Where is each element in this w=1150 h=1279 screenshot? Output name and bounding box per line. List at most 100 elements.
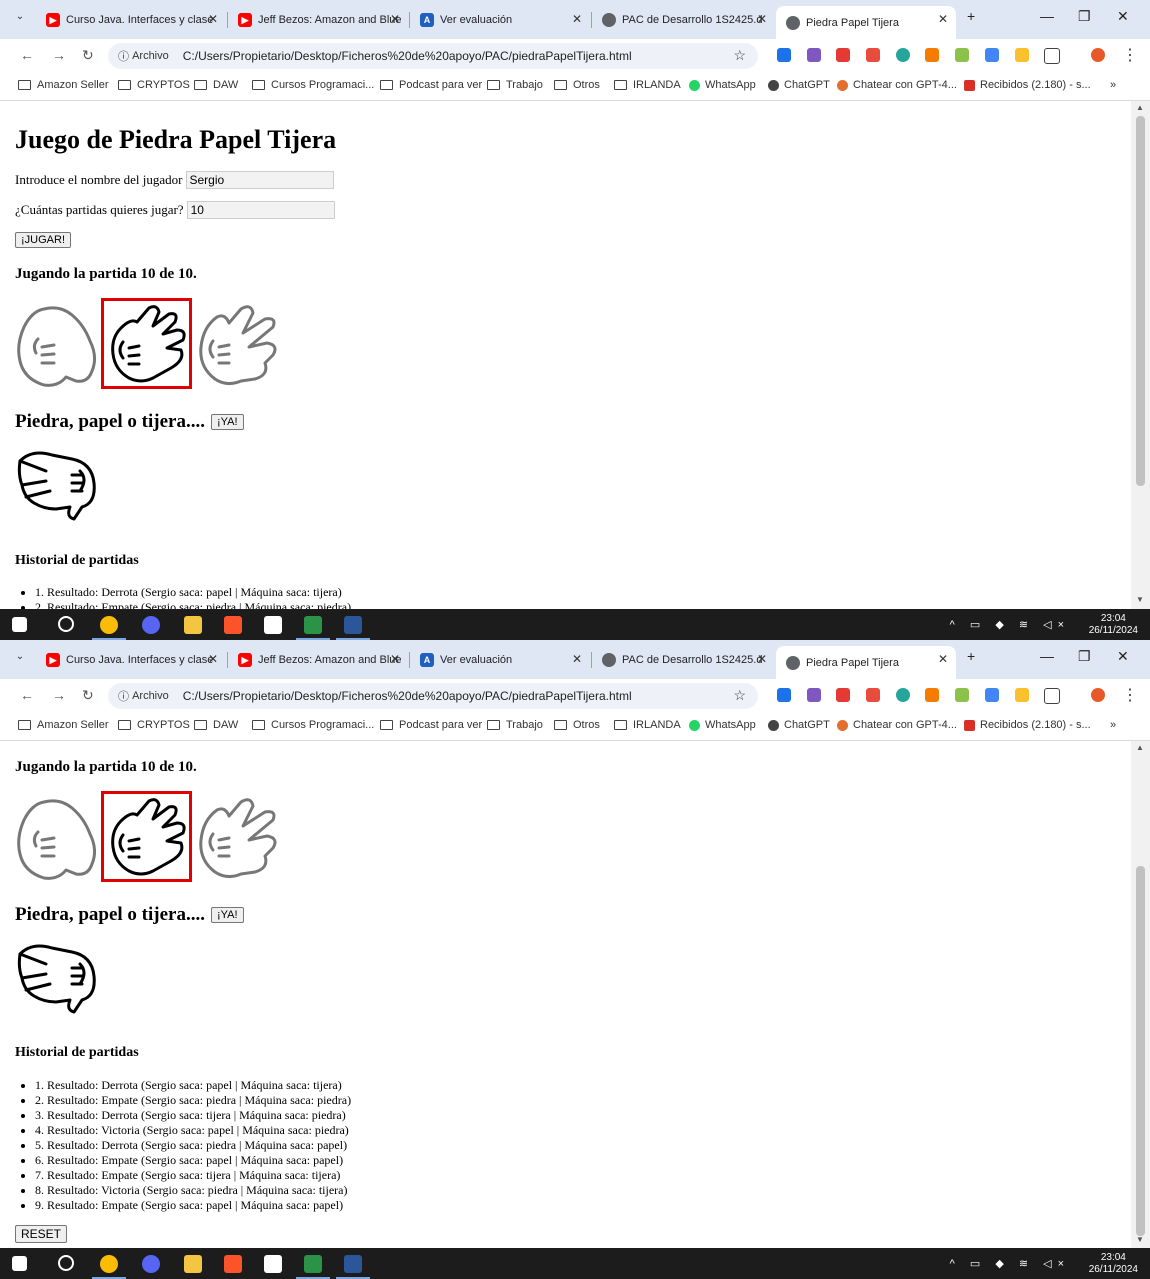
close-icon[interactable]: ✕ — [757, 652, 767, 666]
player-name-input[interactable] — [185, 171, 334, 189]
menu-icon[interactable]: ⋮ — [1122, 45, 1138, 65]
extension-icon[interactable] — [836, 688, 850, 702]
bookmark-folder[interactable]: Trabajo — [487, 719, 543, 731]
scroll-thumb[interactable] — [1136, 866, 1145, 1236]
system-tray-icons[interactable]: ^ ▭ ◆ ≋ ◁× — [950, 618, 1070, 631]
bookmark-chatgpt[interactable]: ChatGPT — [768, 79, 830, 91]
close-icon[interactable]: ✕ — [572, 12, 582, 26]
chrome-icon[interactable] — [100, 616, 118, 634]
bookmark-gmail[interactable]: Recibidos (2.180) - s... — [964, 79, 1091, 91]
tab-search-icon[interactable]: ⌄ — [12, 651, 28, 667]
extension-icon[interactable] — [807, 48, 821, 62]
page-scrollbar[interactable]: ▲ ▼ — [1131, 741, 1150, 1249]
search-icon[interactable] — [58, 1255, 74, 1271]
bookmark-folder[interactable]: Otros — [554, 79, 600, 91]
search-icon[interactable] — [58, 616, 74, 632]
tab-ver-evaluacion[interactable]: A Ver evaluación ✕ — [410, 6, 590, 34]
extensions-puzzle-icon[interactable] — [1044, 48, 1060, 64]
scroll-down-icon[interactable]: ▼ — [1136, 595, 1144, 604]
paper-hand-option[interactable] — [101, 298, 192, 389]
new-tab-icon[interactable]: + — [967, 648, 975, 664]
close-icon[interactable]: ✕ — [390, 12, 400, 26]
bookmark-chatear-gpt[interactable]: Chatear con GPT-4... — [837, 79, 957, 91]
restore-icon[interactable]: ❐ — [1078, 648, 1091, 665]
app-icon[interactable] — [304, 1255, 322, 1273]
bookmark-star-icon[interactable]: ☆ — [733, 687, 746, 704]
notion-icon[interactable] — [264, 1255, 282, 1273]
scissors-hand-icon[interactable] — [193, 297, 279, 389]
windows-start-icon[interactable] — [12, 617, 27, 632]
discord-icon[interactable] — [142, 1255, 160, 1273]
bookmark-folder[interactable]: Cursos Programaci... — [252, 719, 374, 731]
close-icon[interactable]: ✕ — [938, 652, 948, 666]
address-bar[interactable]: ⓘ Archivo C:/Users/Propietario/Desktop/F… — [108, 683, 758, 709]
bookmark-chatear-gpt[interactable]: Chatear con GPT-4... — [837, 719, 957, 731]
bookmark-folder[interactable]: IRLANDA — [614, 79, 681, 91]
close-icon[interactable]: ✕ — [757, 12, 767, 26]
tab-jeff-bezos[interactable]: ▶ Jeff Bezos: Amazon and Blue ✕ — [228, 6, 408, 34]
bookmark-gmail[interactable]: Recibidos (2.180) - s... — [964, 719, 1091, 731]
tab-ver-evaluacion[interactable]: A Ver evaluación ✕ — [410, 646, 590, 674]
tab-curso-java[interactable]: ▶ Curso Java. Interfaces y clase ✕ — [36, 6, 226, 34]
extensions-puzzle-icon[interactable] — [1044, 688, 1060, 704]
paper-hand-option[interactable] — [101, 791, 192, 882]
close-window-icon[interactable]: ✕ — [1117, 648, 1129, 665]
extension-icon[interactable] — [1015, 48, 1029, 62]
file-explorer-icon[interactable] — [184, 1255, 202, 1273]
extension-icon[interactable] — [836, 48, 850, 62]
reset-button[interactable]: RESET — [15, 1225, 68, 1243]
extension-icon[interactable] — [866, 688, 880, 702]
games-count-input[interactable] — [186, 201, 335, 219]
extension-icon[interactable] — [807, 688, 821, 702]
bookmark-folder[interactable]: Otros — [554, 719, 600, 731]
bookmark-folder[interactable]: CRYPTOS — [118, 79, 190, 91]
extension-icon[interactable] — [1015, 688, 1029, 702]
close-icon[interactable]: ✕ — [390, 652, 400, 666]
word-icon[interactable] — [344, 616, 362, 634]
play-button[interactable]: ¡JUGAR! — [15, 232, 71, 248]
rock-hand-icon[interactable] — [14, 790, 100, 882]
address-bar[interactable]: ⓘ Archivo C:/Users/Propietario/Desktop/F… — [108, 43, 758, 69]
metamask-icon[interactable] — [925, 688, 939, 702]
bookmarks-more[interactable]: » — [1110, 79, 1116, 91]
scissors-hand-icon[interactable] — [193, 790, 279, 882]
extension-icon[interactable] — [896, 48, 910, 62]
translate-icon[interactable] — [985, 48, 999, 62]
chrome-icon[interactable] — [100, 1255, 118, 1273]
brave-icon[interactable] — [224, 1255, 242, 1273]
metamask-icon[interactable] — [925, 48, 939, 62]
bookmark-whatsapp[interactable]: WhatsApp — [689, 719, 756, 731]
extension-icon[interactable] — [777, 48, 791, 62]
discord-icon[interactable] — [142, 616, 160, 634]
back-icon[interactable]: ← — [20, 47, 34, 63]
system-tray-icons[interactable]: ^ ▭ ◆ ≋ ◁× — [950, 1257, 1070, 1270]
translate-icon[interactable] — [985, 688, 999, 702]
file-explorer-icon[interactable] — [184, 616, 202, 634]
word-icon[interactable] — [344, 1255, 362, 1273]
profile-avatar[interactable] — [1091, 48, 1105, 62]
new-tab-icon[interactable]: + — [967, 8, 975, 24]
scroll-up-icon[interactable]: ▲ — [1136, 743, 1144, 752]
info-chip[interactable]: ⓘ Archivo — [112, 46, 175, 66]
close-icon[interactable]: ✕ — [938, 12, 948, 26]
forward-icon[interactable]: → — [52, 687, 66, 703]
extension-icon[interactable] — [955, 688, 969, 702]
windows-start-icon[interactable] — [12, 1256, 27, 1271]
bookmark-folder[interactable]: Podcast para ver — [380, 79, 482, 91]
bookmark-folder[interactable]: Amazon Seller — [18, 79, 109, 91]
tab-pac-desarrollo[interactable]: PAC de Desarrollo 1S2425.d ✕ — [592, 6, 775, 34]
reload-icon[interactable]: ↻ — [82, 47, 94, 64]
reload-icon[interactable]: ↻ — [82, 687, 94, 704]
clock[interactable]: 23:04 26/11/2024 — [1089, 1252, 1138, 1276]
close-window-icon[interactable]: ✕ — [1117, 8, 1129, 25]
profile-avatar[interactable] — [1091, 688, 1105, 702]
extension-icon[interactable] — [777, 688, 791, 702]
bookmark-folder[interactable]: Cursos Programaci... — [252, 79, 374, 91]
close-icon[interactable]: ✕ — [208, 652, 218, 666]
bookmark-folder[interactable]: DAW — [194, 79, 238, 91]
close-icon[interactable]: ✕ — [572, 652, 582, 666]
tab-piedra-papel-tijera[interactable]: Piedra Papel Tijera ✕ — [776, 646, 956, 679]
bookmark-chatgpt[interactable]: ChatGPT — [768, 719, 830, 731]
go-button[interactable]: ¡YA! — [210, 907, 244, 923]
back-icon[interactable]: ← — [20, 687, 34, 703]
